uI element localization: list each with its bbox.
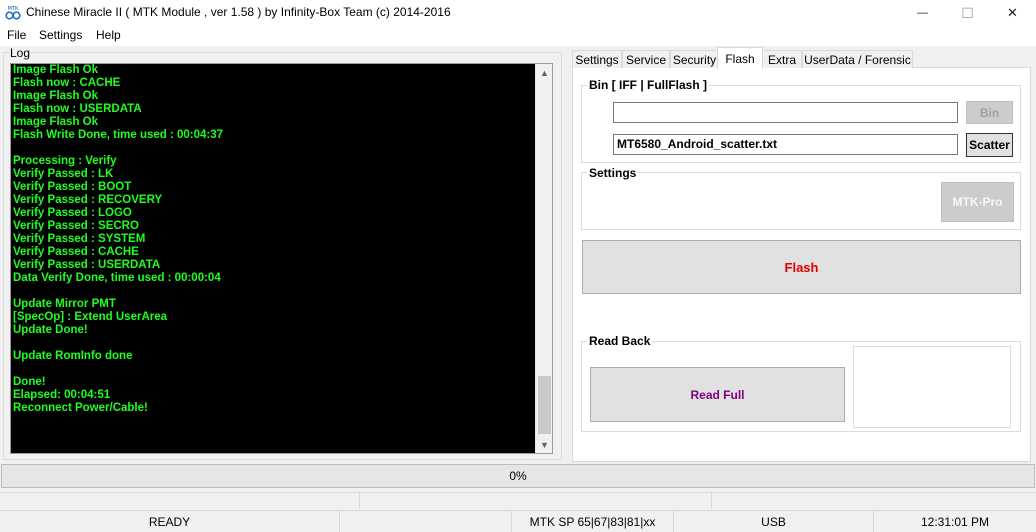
read-back-preview — [853, 346, 1011, 428]
log-line: Verify Passed : SYSTEM — [13, 233, 146, 245]
status-time: 12:31:01 PM — [874, 511, 1036, 532]
scroll-thumb[interactable] — [538, 376, 551, 434]
log-line: Update RomInfo done — [13, 350, 133, 362]
tab-flash[interactable]: Flash — [717, 47, 763, 69]
log-line: Verify Passed : LK — [13, 168, 114, 180]
bin-button[interactable]: Bin — [966, 101, 1013, 124]
info-cell-3 — [712, 492, 1036, 509]
info-cell-1 — [0, 492, 360, 509]
app-logo-icon: MTK — [4, 5, 22, 21]
status-connection-text: USB — [761, 514, 786, 529]
log-line: Verify Passed : USERDATA — [13, 259, 161, 271]
read-back-group-title: Read Back — [587, 334, 653, 348]
status-sp-info-text: MTK SP 65|67|83|81|xx — [529, 514, 656, 529]
bin-path-input[interactable] — [613, 102, 958, 123]
tab-security-label: Security — [672, 52, 717, 67]
log-output: Image Flash Ok Flash now : CACHE Image Fla… — [13, 64, 533, 415]
status-connection: USB — [674, 511, 874, 532]
tab-userdata-forensic[interactable]: UserData / Forensic — [802, 50, 913, 68]
log-line: Done! — [13, 376, 46, 388]
tab-flash-label: Flash — [725, 51, 755, 66]
log-line: Flash now : CACHE — [13, 77, 121, 89]
log-console[interactable]: Image Flash Ok Flash now : CACHE Image Fla… — [10, 63, 553, 454]
tab-service[interactable]: Service — [622, 50, 670, 68]
settings-group-title: Settings — [587, 166, 639, 180]
log-line: Update Mirror PMT — [13, 298, 116, 310]
log-line: [SpecOp] : Extend UserArea — [13, 311, 168, 323]
log-line: Reconnect Power/Cable! — [13, 402, 148, 414]
maximize-icon: ☐ — [961, 4, 974, 21]
log-line: Elapsed: 00:04:51 — [13, 389, 111, 401]
log-line: Image Flash Ok — [13, 116, 99, 128]
close-icon: ✕ — [1007, 5, 1018, 20]
status-sp-info: MTK SP 65|67|83|81|xx — [512, 511, 674, 532]
window-title: Chinese Miracle II ( MTK Module , ver 1.… — [26, 5, 451, 19]
log-line: Verify Passed : RECOVERY — [13, 194, 163, 206]
menu-file[interactable]: File — [7, 28, 26, 42]
maximize-button[interactable]: ☐ — [945, 0, 990, 26]
log-line: Image Flash Ok — [13, 90, 99, 102]
minimize-icon: — — [917, 7, 928, 19]
tab-userdata-forensic-label: UserData / Forensic — [804, 52, 911, 67]
minimize-button[interactable]: — — [900, 0, 945, 26]
status-ready-text: READY — [148, 514, 191, 529]
flash-button[interactable]: Flash — [582, 240, 1021, 294]
status-ready: READY — [0, 511, 340, 532]
log-line: Processing : Verify — [13, 155, 117, 167]
status-time-text: 12:31:01 PM — [920, 514, 990, 529]
menu-settings[interactable]: Settings — [39, 28, 82, 42]
tab-settings-label: Settings — [575, 52, 619, 67]
tab-security[interactable]: Security — [670, 50, 719, 68]
tab-extra[interactable]: Extra — [762, 50, 802, 68]
title-bar: MTK Chinese Miracle II ( MTK Module , ve… — [0, 0, 1036, 26]
status-bar: READY MTK SP 65|67|83|81|xx USB 12:31:01… — [0, 510, 1036, 532]
bin-group-title: Bin [ IFF | FullFlash ] — [587, 78, 710, 92]
log-line: Verify Passed : CACHE — [13, 246, 139, 258]
scatter-button[interactable]: Scatter — [966, 133, 1013, 157]
log-label: Log — [9, 46, 32, 60]
log-line: Flash Write Done, time used : 00:04:37 — [13, 129, 224, 141]
read-full-button[interactable]: Read Full — [590, 367, 845, 422]
app-logo-text: MTK — [8, 6, 19, 12]
log-line: Data Verify Done, time used : 00:00:04 — [13, 272, 221, 284]
mtk-pro-button[interactable]: MTK-Pro — [941, 182, 1014, 222]
log-line: Verify Passed : SECRO — [13, 220, 139, 232]
status-empty — [340, 511, 512, 532]
log-line: Verify Passed : BOOT — [13, 181, 132, 193]
progress-text: 0% — [509, 469, 527, 483]
progress-bar: 0% — [1, 464, 1035, 488]
menu-help[interactable]: Help — [96, 28, 121, 42]
log-scrollbar[interactable]: ▲ ▼ — [535, 64, 552, 453]
close-button[interactable]: ✕ — [990, 0, 1035, 26]
log-line: Update Done! — [13, 324, 88, 336]
scroll-down-icon[interactable]: ▼ — [536, 436, 552, 453]
scatter-file-input[interactable]: MT6580_Android_scatter.txt — [613, 134, 958, 155]
log-line: Verify Passed : LOGO — [13, 207, 132, 219]
log-line: Image Flash Ok — [13, 64, 99, 76]
tab-settings[interactable]: Settings — [572, 50, 622, 68]
tab-service-label: Service — [625, 52, 666, 67]
scroll-up-icon[interactable]: ▲ — [536, 64, 552, 81]
log-line: Flash now : USERDATA — [13, 103, 142, 115]
tab-extra-label: Extra — [767, 52, 796, 67]
menu-bar: File Settings Help — [0, 26, 1036, 46]
info-cell-2 — [360, 492, 712, 509]
